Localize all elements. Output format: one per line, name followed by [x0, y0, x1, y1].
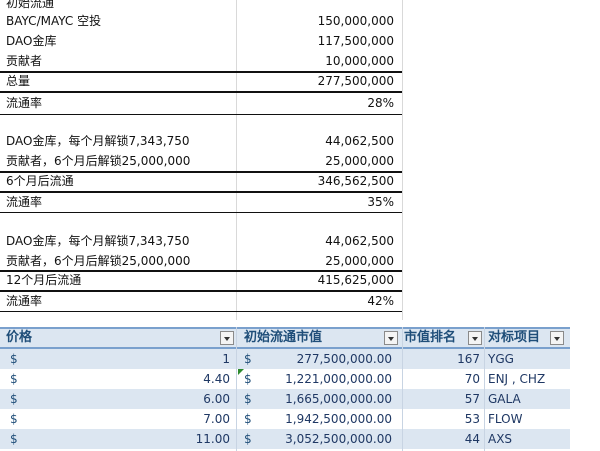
price-currency: $: [10, 412, 18, 426]
row-value[interactable]: 42%: [238, 292, 398, 311]
market-cap-cell[interactable]: 1,665,000,000.00: [260, 389, 392, 409]
rank-cell[interactable]: 57: [404, 389, 480, 409]
column-header-price[interactable]: 价格: [6, 329, 32, 347]
row-value[interactable]: 150,000,000: [238, 12, 398, 31]
column-header-market-cap[interactable]: 初始流通市值: [244, 329, 322, 347]
grid-column-line: [236, 327, 237, 451]
market-cap-cell[interactable]: 1,942,500,000.00: [260, 409, 392, 429]
market-cap-cell[interactable]: 1,221,000,000.00: [260, 369, 392, 389]
row-value[interactable]: 44,062,500: [238, 132, 398, 151]
sheet-row-total[interactable]: 6个月后流通 346,562,500: [0, 172, 600, 191]
column-header-project[interactable]: 对标项目: [488, 329, 540, 347]
row-label[interactable]: 流通率: [6, 292, 236, 311]
sheet-row[interactable]: DAO金库，每个月解锁7,343,750 44,062,500: [0, 132, 600, 151]
price-currency: $: [10, 372, 18, 386]
row-label[interactable]: 12个月后流通: [6, 271, 236, 290]
project-cell[interactable]: AXS: [488, 429, 512, 449]
price-currency: $: [10, 392, 18, 406]
sheet-row[interactable]: 流通率 35%: [0, 193, 600, 212]
filter-dropdown-icon[interactable]: [384, 331, 398, 345]
market-cap-currency: $: [244, 372, 252, 386]
rank-cell[interactable]: 53: [404, 409, 480, 429]
row-border: [0, 212, 402, 213]
sheet-row[interactable]: 流通率 42%: [0, 292, 600, 311]
row-label[interactable]: DAO金库，每个月解锁7,343,750: [6, 232, 236, 251]
sheet-row[interactable]: 流通率 28%: [0, 94, 600, 113]
row-label[interactable]: DAO金库: [6, 32, 236, 51]
row-label[interactable]: 流通率: [6, 94, 236, 113]
rank-cell[interactable]: 70: [404, 369, 480, 389]
project-cell[interactable]: GALA: [488, 389, 521, 409]
project-cell[interactable]: ENJ , CHZ: [488, 369, 545, 389]
sheet-row-total[interactable]: 12个月后流通 415,625,000: [0, 271, 600, 290]
sheet-row[interactable]: DAO金库，每个月解锁7,343,750 44,062,500: [0, 232, 600, 251]
row-label[interactable]: 6个月后流通: [6, 172, 236, 191]
price-currency: $: [10, 352, 18, 366]
row-value[interactable]: 25,000,000: [238, 152, 398, 171]
sheet-row[interactable]: BAYC/MAYC 空投 150,000,000: [0, 12, 600, 31]
price-cell[interactable]: 1: [150, 349, 230, 369]
row-label[interactable]: BAYC/MAYC 空投: [6, 12, 236, 31]
price-cell[interactable]: 6.00: [150, 389, 230, 409]
grid-column-line: [484, 327, 485, 451]
row-border: [0, 114, 402, 115]
row-value[interactable]: 44,062,500: [238, 232, 398, 251]
sheet-row[interactable]: 贡献者 10,000,000: [0, 52, 600, 71]
market-cap-currency: $: [244, 432, 252, 446]
column-header-rank[interactable]: 市值排名: [404, 329, 456, 347]
sheet-row[interactable]: DAO金库 117,500,000: [0, 32, 600, 51]
filter-dropdown-icon[interactable]: [550, 331, 564, 345]
row-border: [0, 311, 402, 312]
price-cell[interactable]: 11.00: [150, 429, 230, 449]
sheet-row[interactable]: 贡献者，6个月后解锁25,000,000 25,000,000: [0, 252, 600, 271]
price-cell[interactable]: 4.40: [150, 369, 230, 389]
row-label[interactable]: 流通率: [6, 193, 236, 212]
row-label[interactable]: 贡献者，6个月后解锁25,000,000: [6, 152, 236, 171]
project-cell[interactable]: FLOW: [488, 409, 522, 429]
row-label[interactable]: 总量: [6, 72, 236, 91]
grid-column-line: [402, 327, 403, 451]
market-cap-cell[interactable]: 277,500,000.00: [260, 349, 392, 369]
project-cell[interactable]: YGG: [488, 349, 514, 369]
row-value[interactable]: 10,000,000: [238, 52, 398, 71]
row-value[interactable]: 35%: [238, 193, 398, 212]
row-value[interactable]: 117,500,000: [238, 32, 398, 51]
row-label[interactable]: DAO金库，每个月解锁7,343,750: [6, 132, 236, 151]
market-cap-currency: $: [244, 412, 252, 426]
row-value[interactable]: 346,562,500: [238, 172, 398, 191]
market-cap-currency: $: [244, 392, 252, 406]
filter-dropdown-icon[interactable]: [468, 331, 482, 345]
rank-cell[interactable]: 44: [404, 429, 480, 449]
sheet-row[interactable]: 贡献者，6个月后解锁25,000,000 25,000,000: [0, 152, 600, 171]
filter-dropdown-icon[interactable]: [220, 331, 234, 345]
total-bottom-border: [0, 91, 402, 93]
rank-cell[interactable]: 167: [404, 349, 480, 369]
row-label[interactable]: 贡献者，6个月后解锁25,000,000: [6, 252, 236, 271]
market-cap-currency: $: [244, 352, 252, 366]
price-cell[interactable]: 7.00: [150, 409, 230, 429]
row-value[interactable]: 277,500,000: [238, 72, 398, 91]
row-value[interactable]: 28%: [238, 94, 398, 113]
row-value[interactable]: 415,625,000: [238, 271, 398, 290]
row-label[interactable]: 贡献者: [6, 52, 236, 71]
sheet-row-total[interactable]: 总量 277,500,000: [0, 72, 600, 91]
row-value[interactable]: 25,000,000: [238, 252, 398, 271]
market-cap-cell[interactable]: 3,052,500,000.00: [260, 429, 392, 449]
price-currency: $: [10, 432, 18, 446]
